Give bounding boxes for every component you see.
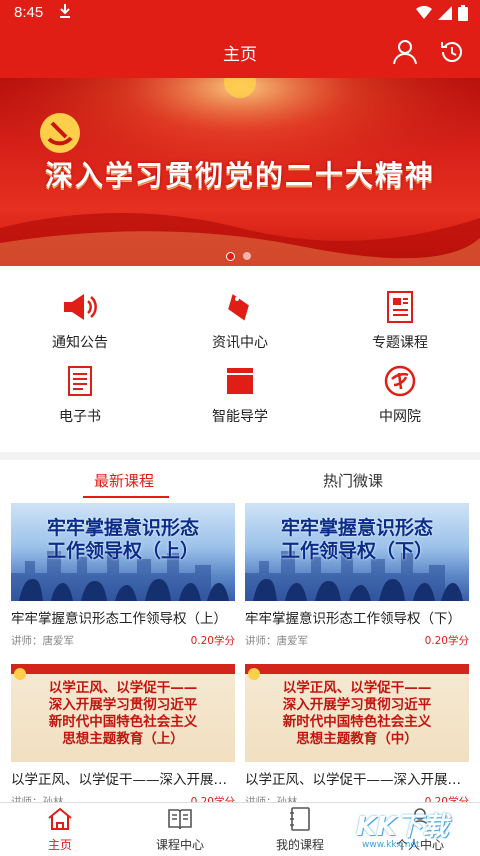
party-emblem-icon bbox=[40, 113, 80, 153]
shortcut-label: 中网院 bbox=[379, 409, 421, 425]
tag-icon bbox=[160, 290, 320, 324]
course-title: 牢牢掌握意识形态工作领导权（上） bbox=[11, 611, 227, 627]
active-tab-indicator bbox=[83, 496, 169, 498]
watermark-logo: KK下载 bbox=[356, 812, 449, 842]
folder-stack-icon bbox=[160, 364, 320, 398]
course-title: 牢牢掌握意识形态工作领导权（下） bbox=[245, 611, 461, 627]
history-icon[interactable] bbox=[439, 39, 465, 69]
nav-course-center[interactable]: 课程中心 bbox=[120, 807, 240, 853]
shortcut-notices[interactable]: 通知公告 bbox=[0, 290, 160, 352]
status-time: 8:45 bbox=[14, 4, 44, 21]
status-icons bbox=[416, 5, 468, 21]
shortcut-label: 智能导学 bbox=[212, 409, 268, 425]
thumbnail-band bbox=[11, 664, 235, 674]
tab-latest-courses[interactable]: 最新课程 bbox=[94, 470, 154, 491]
nav-my-courses[interactable]: 我的课程 bbox=[240, 807, 360, 853]
thumbnail-band bbox=[245, 664, 469, 674]
carousel-dot[interactable] bbox=[226, 252, 235, 261]
course-card[interactable]: 以学正风、以学促干—— 深入开展学习贯彻习近平 新时代中国特色社会主义 思想主题… bbox=[11, 664, 235, 802]
globe-logo-icon bbox=[320, 364, 480, 398]
course-title: 以学正风、以学促干——深入开展学习贯彻习近平新时代中国特色社会主义思想主题教育（… bbox=[245, 772, 469, 788]
course-credit: 0.20学分 bbox=[424, 796, 469, 802]
banner-headline: 深入学习贯彻党的二十大精神 bbox=[44, 159, 435, 192]
course-teacher: 讲师：孙林 bbox=[11, 796, 64, 802]
tab-hot-micro-courses[interactable]: 热门微课 bbox=[323, 470, 383, 491]
thumbnail-title: 以学正风、以学促干—— 深入开展学习贯彻习近平 新时代中国特色社会主义 思想主题… bbox=[282, 680, 432, 747]
home-icon bbox=[48, 807, 72, 830]
hero-banner[interactable]: 深入学习贯彻党的二十大精神 bbox=[0, 78, 480, 266]
course-thumbnail: 以学正风、以学促干—— 深入开展学习贯彻习近平 新时代中国特色社会主义 思想主题… bbox=[245, 664, 469, 762]
course-card[interactable]: 以学正风、以学促干—— 深入开展学习贯彻习近平 新时代中国特色社会主义 思想主题… bbox=[245, 664, 469, 802]
document-icon bbox=[320, 290, 480, 324]
download-icon bbox=[58, 3, 72, 23]
shortcut-topics[interactable]: 专题课程 bbox=[320, 290, 480, 352]
battery-icon bbox=[458, 5, 468, 21]
course-teacher: 讲师：唐爱军 bbox=[245, 635, 308, 647]
carousel-dot[interactable] bbox=[243, 252, 251, 260]
watermark-url: www.kkx.net bbox=[362, 840, 420, 850]
course-card[interactable]: 牢牢掌握意识形态 工作领导权（下） 牢牢掌握意识形态工作领导权（下） 讲师：唐爱… bbox=[245, 503, 469, 648]
nav-home[interactable]: 主页 bbox=[0, 807, 120, 853]
course-title: 以学正风、以学促干——深入开展学习贯彻习近平新时代中国特色社会主义思想主题教育（… bbox=[11, 772, 235, 788]
thumbnail-title: 以学正风、以学促干—— 深入开展学习贯彻习近平 新时代中国特色社会主义 思想主题… bbox=[48, 680, 198, 747]
shortcut-ebook[interactable]: 电子书 bbox=[0, 364, 160, 426]
nav-label: 课程中心 bbox=[155, 838, 204, 852]
app-bar: 主页 bbox=[0, 26, 480, 78]
course-credit: 0.20学分 bbox=[190, 796, 235, 802]
shortcut-label: 专题课程 bbox=[372, 335, 428, 351]
book-icon bbox=[168, 809, 192, 830]
course-credit: 0.20学分 bbox=[190, 635, 235, 647]
shortcut-label: 资讯中心 bbox=[212, 335, 268, 351]
shortcut-cela[interactable]: 中网院 bbox=[320, 364, 480, 426]
notebook-icon bbox=[290, 807, 310, 831]
thumbnail-title: 牢牢掌握意识形态 工作领导权（上） bbox=[46, 517, 199, 562]
shortcut-news[interactable]: 资讯中心 bbox=[160, 290, 320, 352]
shortcut-label: 通知公告 bbox=[52, 335, 108, 351]
course-tabs: 最新课程 热门微课 bbox=[0, 460, 480, 502]
shortcut-guide[interactable]: 智能导学 bbox=[160, 364, 320, 426]
thumbnail-title: 牢牢掌握意识形态 工作领导权（下） bbox=[280, 517, 433, 562]
course-thumbnail: 牢牢掌握意识形态 工作领导权（上） bbox=[11, 503, 235, 601]
carousel-indicator bbox=[226, 252, 251, 261]
wifi-icon bbox=[416, 6, 432, 19]
user-icon[interactable] bbox=[392, 39, 418, 69]
nav-label: 我的课程 bbox=[275, 838, 324, 852]
course-thumbnail: 牢牢掌握意识形态 工作领导权（下） bbox=[245, 503, 469, 601]
course-credit: 0.20学分 bbox=[424, 635, 469, 647]
status-bar: 8:45 bbox=[0, 0, 480, 26]
shortcut-grid: 通知公告 资讯中心 专题课程 电子书 智能导学 中网院 bbox=[0, 266, 480, 452]
course-thumbnail: 以学正风、以学促干—— 深入开展学习贯彻习近平 新时代中国特色社会主义 思想主题… bbox=[11, 664, 235, 762]
ebook-icon bbox=[0, 364, 160, 398]
shortcut-label: 电子书 bbox=[59, 409, 101, 425]
course-teacher: 讲师：孙林 bbox=[245, 796, 298, 802]
course-card[interactable]: 牢牢掌握意识形态 工作领导权（上） 牢牢掌握意识形态工作领导权（上） 讲师：唐爱… bbox=[11, 503, 235, 648]
megaphone-icon bbox=[0, 290, 160, 324]
signal-icon bbox=[438, 6, 452, 20]
course-teacher: 讲师：唐爱军 bbox=[11, 635, 74, 647]
course-list: 牢牢掌握意识形态 工作领导权（上） 牢牢掌握意识形态工作领导权（上） 讲师：唐爱… bbox=[0, 502, 480, 802]
nav-label: 主页 bbox=[47, 838, 72, 852]
